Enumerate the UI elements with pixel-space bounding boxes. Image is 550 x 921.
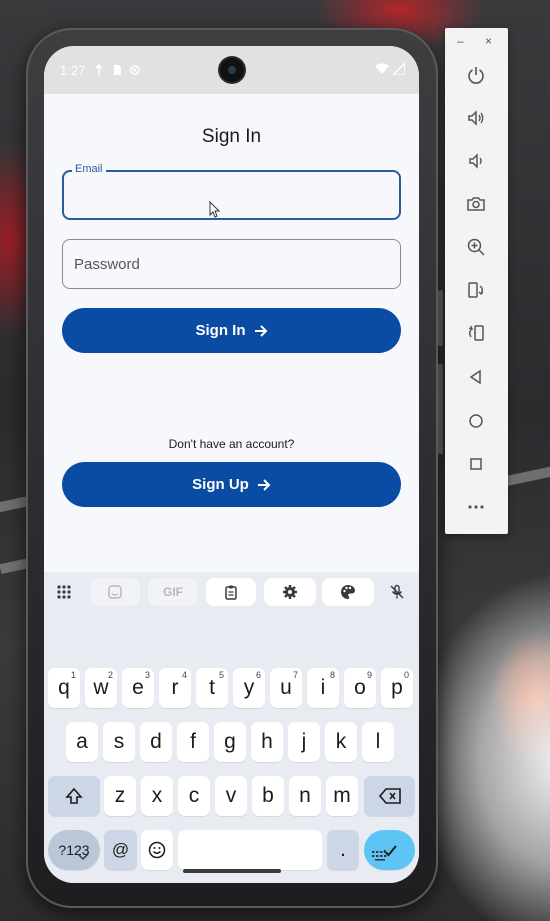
close-button[interactable]: × [485, 34, 492, 48]
arrow-right-icon [257, 478, 271, 491]
sign-up-button[interactable]: Sign Up [62, 462, 401, 507]
key-o[interactable]: o9 [344, 668, 376, 708]
camera-icon[interactable] [461, 189, 491, 219]
soft-keyboard: GIF q1w2e3r4t5y6u7i8o9p0 asdfghjkl zxcv [44, 572, 419, 883]
phone-volume-button [438, 364, 443, 454]
keyboard-toolbar: GIF [44, 578, 419, 606]
more-icon[interactable] [461, 492, 491, 522]
key-p[interactable]: p0 [381, 668, 413, 708]
key-v[interactable]: v [215, 776, 247, 816]
mouse-pointer-icon [209, 201, 221, 218]
power-icon[interactable] [461, 60, 491, 90]
key-g[interactable]: g [214, 722, 246, 762]
arrow-right-icon [254, 324, 267, 337]
gesture-home-bar[interactable] [183, 869, 281, 873]
key-y[interactable]: y6 [233, 668, 265, 708]
sign-in-button-label: Sign In [195, 322, 246, 339]
email-label: Email [72, 163, 106, 175]
password-input[interactable] [63, 240, 400, 288]
gif-button[interactable]: GIF [148, 578, 198, 606]
key-c[interactable]: c [178, 776, 210, 816]
overview-icon[interactable] [461, 449, 491, 479]
no-account-text: Don't have an account? [168, 437, 295, 451]
key-r[interactable]: r4 [159, 668, 191, 708]
settings-gear-icon[interactable] [264, 578, 316, 606]
rotate-left-icon[interactable] [461, 275, 491, 305]
key-k[interactable]: k [325, 722, 357, 762]
email-input[interactable] [64, 172, 399, 218]
status-right [375, 61, 406, 78]
key-w[interactable]: w2 [85, 668, 117, 708]
settings-status-icon [129, 64, 141, 76]
chevron-down-icon[interactable] [77, 853, 89, 861]
volume-down-icon[interactable] [461, 146, 491, 176]
sticker-icon[interactable] [90, 578, 140, 606]
key-x[interactable]: x [141, 776, 173, 816]
key-d[interactable]: d [140, 722, 172, 762]
back-icon[interactable] [461, 362, 491, 392]
volume-up-icon[interactable] [461, 103, 491, 133]
wifi-icon [375, 63, 389, 78]
key-f[interactable]: f [177, 722, 209, 762]
keyboard-switch-icon[interactable] [372, 851, 388, 861]
rotate-right-icon[interactable] [461, 318, 491, 348]
sign-up-button-label: Sign Up [192, 476, 249, 493]
navigation-strip [44, 843, 419, 883]
key-j[interactable]: j [288, 722, 320, 762]
key-h[interactable]: h [251, 722, 283, 762]
zoom-in-icon[interactable] [461, 232, 491, 262]
mic-off-icon[interactable] [382, 578, 412, 606]
emulator-toolbar: – × [445, 28, 508, 534]
clipboard-icon[interactable] [206, 578, 256, 606]
key-q[interactable]: q1 [48, 668, 80, 708]
front-camera [220, 58, 244, 82]
shift-key[interactable] [48, 776, 100, 816]
key-t[interactable]: t5 [196, 668, 228, 708]
apps-grid-icon[interactable] [49, 578, 79, 606]
key-m[interactable]: m [326, 776, 358, 816]
backspace-key[interactable] [364, 776, 415, 816]
key-z[interactable]: z [104, 776, 136, 816]
status-time: 1:27 [60, 62, 86, 78]
phone-side-button [438, 290, 443, 346]
palette-icon[interactable] [322, 578, 374, 606]
key-b[interactable]: b [252, 776, 284, 816]
key-e[interactable]: e3 [122, 668, 154, 708]
key-u[interactable]: u7 [270, 668, 302, 708]
notification-icon [93, 63, 105, 76]
email-field[interactable]: Email [62, 163, 401, 220]
key-a[interactable]: a [66, 722, 98, 762]
minimize-button[interactable]: – [457, 34, 464, 48]
sign-in-button[interactable]: Sign In [62, 308, 401, 353]
page-title: Sign In [201, 126, 262, 147]
key-i[interactable]: i8 [307, 668, 339, 708]
home-icon[interactable] [461, 406, 491, 436]
key-l[interactable]: l [362, 722, 394, 762]
signal-icon [391, 61, 406, 78]
sd-card-icon [111, 64, 123, 76]
status-bar: 1:27 [44, 46, 419, 94]
phone-screen: 1:27 Sign In Email Sign In Don't have an… [44, 46, 419, 883]
key-n[interactable]: n [289, 776, 321, 816]
password-field[interactable] [62, 239, 401, 289]
key-s[interactable]: s [103, 722, 135, 762]
